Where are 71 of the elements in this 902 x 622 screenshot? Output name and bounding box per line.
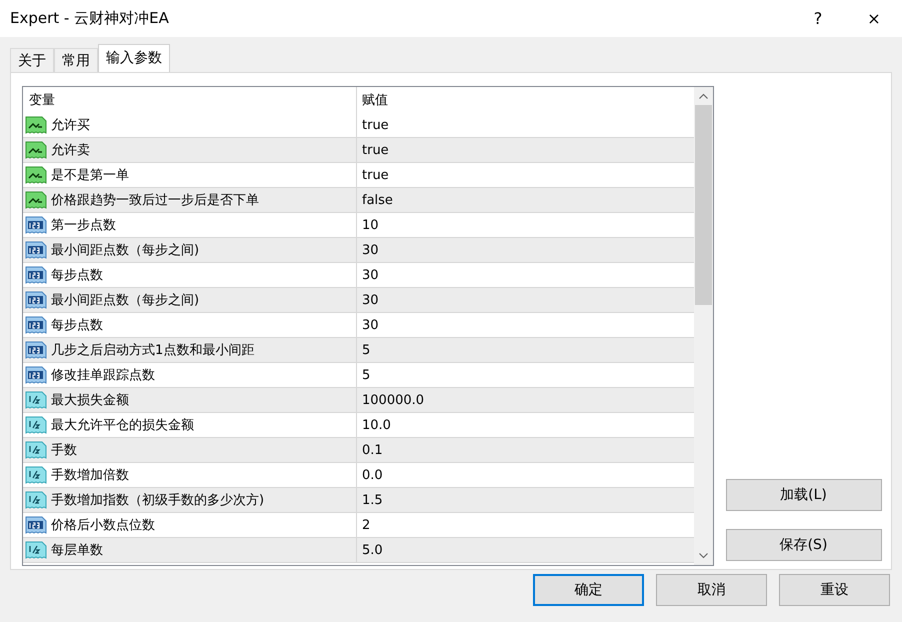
parameter-value[interactable]: 100000.0: [362, 392, 424, 408]
fraction-icon: [25, 415, 47, 435]
number-icon: [25, 340, 47, 360]
number-icon: [25, 515, 47, 535]
chart-line-icon: [25, 190, 47, 210]
window-title: Expert - 云财神对冲EA: [10, 9, 170, 28]
parameter-value[interactable]: 30: [362, 318, 379, 332]
number-icon: [25, 215, 47, 235]
parameter-name: 第一步点数: [51, 217, 116, 234]
parameter-value[interactable]: true: [362, 118, 389, 132]
parameter-value[interactable]: 5: [362, 342, 370, 358]
fraction-icon: [25, 540, 47, 560]
parameter-name: 手数增加倍数: [51, 467, 129, 484]
parameter-value[interactable]: 30: [362, 242, 379, 258]
number-icon: [25, 290, 47, 310]
parameter-value[interactable]: 0.0: [362, 468, 383, 482]
help-button[interactable]: ?: [790, 0, 846, 37]
parameter-name: 几步之后启动方式1点数和最小间距: [51, 342, 254, 359]
parameter-value[interactable]: true: [362, 168, 389, 182]
chart-line-icon: [25, 115, 47, 135]
parameter-name: 允许买: [51, 117, 90, 134]
parameter-name: 最大损失金额: [51, 392, 129, 409]
column-header[interactable]: 赋值: [362, 93, 388, 108]
parameter-value[interactable]: 10: [362, 218, 379, 232]
parameter-name: 修改挂单跟踪点数: [51, 367, 155, 384]
side-button[interactable]: 加载(L): [726, 479, 882, 511]
parameter-value[interactable]: false: [362, 192, 393, 208]
parameter-value[interactable]: 5: [362, 368, 370, 382]
number-icon: [25, 315, 47, 335]
fraction-icon: [25, 440, 47, 460]
scroll-up-icon[interactable]: [699, 93, 708, 99]
number-icon: [25, 265, 47, 285]
chart-line-icon: [25, 140, 47, 160]
number-icon: [25, 240, 47, 260]
close-button[interactable]: ×: [846, 0, 902, 37]
parameter-name: 价格跟趋势一致后过一步后是否下单: [51, 192, 259, 209]
fraction-icon: [25, 465, 47, 485]
parameter-name: 最大允许平仓的损失金额: [51, 417, 194, 434]
dialog-button[interactable]: 重设: [779, 574, 890, 606]
parameter-name: 每层单数: [51, 542, 103, 559]
parameter-value[interactable]: 2: [362, 518, 370, 532]
parameter-name: 最小间距点数（每步之间): [51, 292, 200, 309]
parameter-value[interactable]: 0.1: [362, 442, 383, 458]
parameter-name: 每步点数: [51, 317, 103, 334]
parameter-name: 每步点数: [51, 267, 103, 284]
parameter-name: 最小间距点数（每步之间): [51, 242, 200, 259]
parameter-value[interactable]: 1.5: [362, 492, 383, 508]
parameter-name: 允许卖: [51, 142, 90, 159]
scroll-thumb[interactable]: [695, 105, 712, 305]
parameter-name: 价格后小数点位数: [51, 517, 155, 534]
side-button[interactable]: 保存(S): [726, 529, 882, 561]
tab[interactable]: 关于: [10, 48, 54, 72]
scroll-down-icon[interactable]: [699, 553, 708, 559]
fraction-icon: [25, 390, 47, 410]
tab[interactable]: 常用: [54, 48, 98, 72]
dialog-button[interactable]: 确定: [533, 574, 644, 606]
parameter-value[interactable]: 30: [362, 268, 379, 282]
parameter-value[interactable]: 10.0: [362, 418, 391, 432]
parameter-value[interactable]: 30: [362, 292, 379, 308]
chart-line-icon: [25, 165, 47, 185]
parameter-name: 是不是第一单: [51, 167, 129, 184]
fraction-icon: [25, 490, 47, 510]
parameter-name: 手数: [51, 442, 77, 459]
parameter-value[interactable]: 5.0: [362, 542, 383, 558]
parameter-name: 手数增加指数（初级手数的多少次方): [51, 492, 264, 509]
number-icon: [25, 365, 47, 385]
tab[interactable]: 输入参数: [98, 44, 170, 72]
column-header[interactable]: 变量: [29, 91, 55, 109]
parameter-value[interactable]: true: [362, 142, 389, 158]
dialog-button[interactable]: 取消: [656, 574, 767, 606]
scrollbar[interactable]: [694, 87, 713, 565]
